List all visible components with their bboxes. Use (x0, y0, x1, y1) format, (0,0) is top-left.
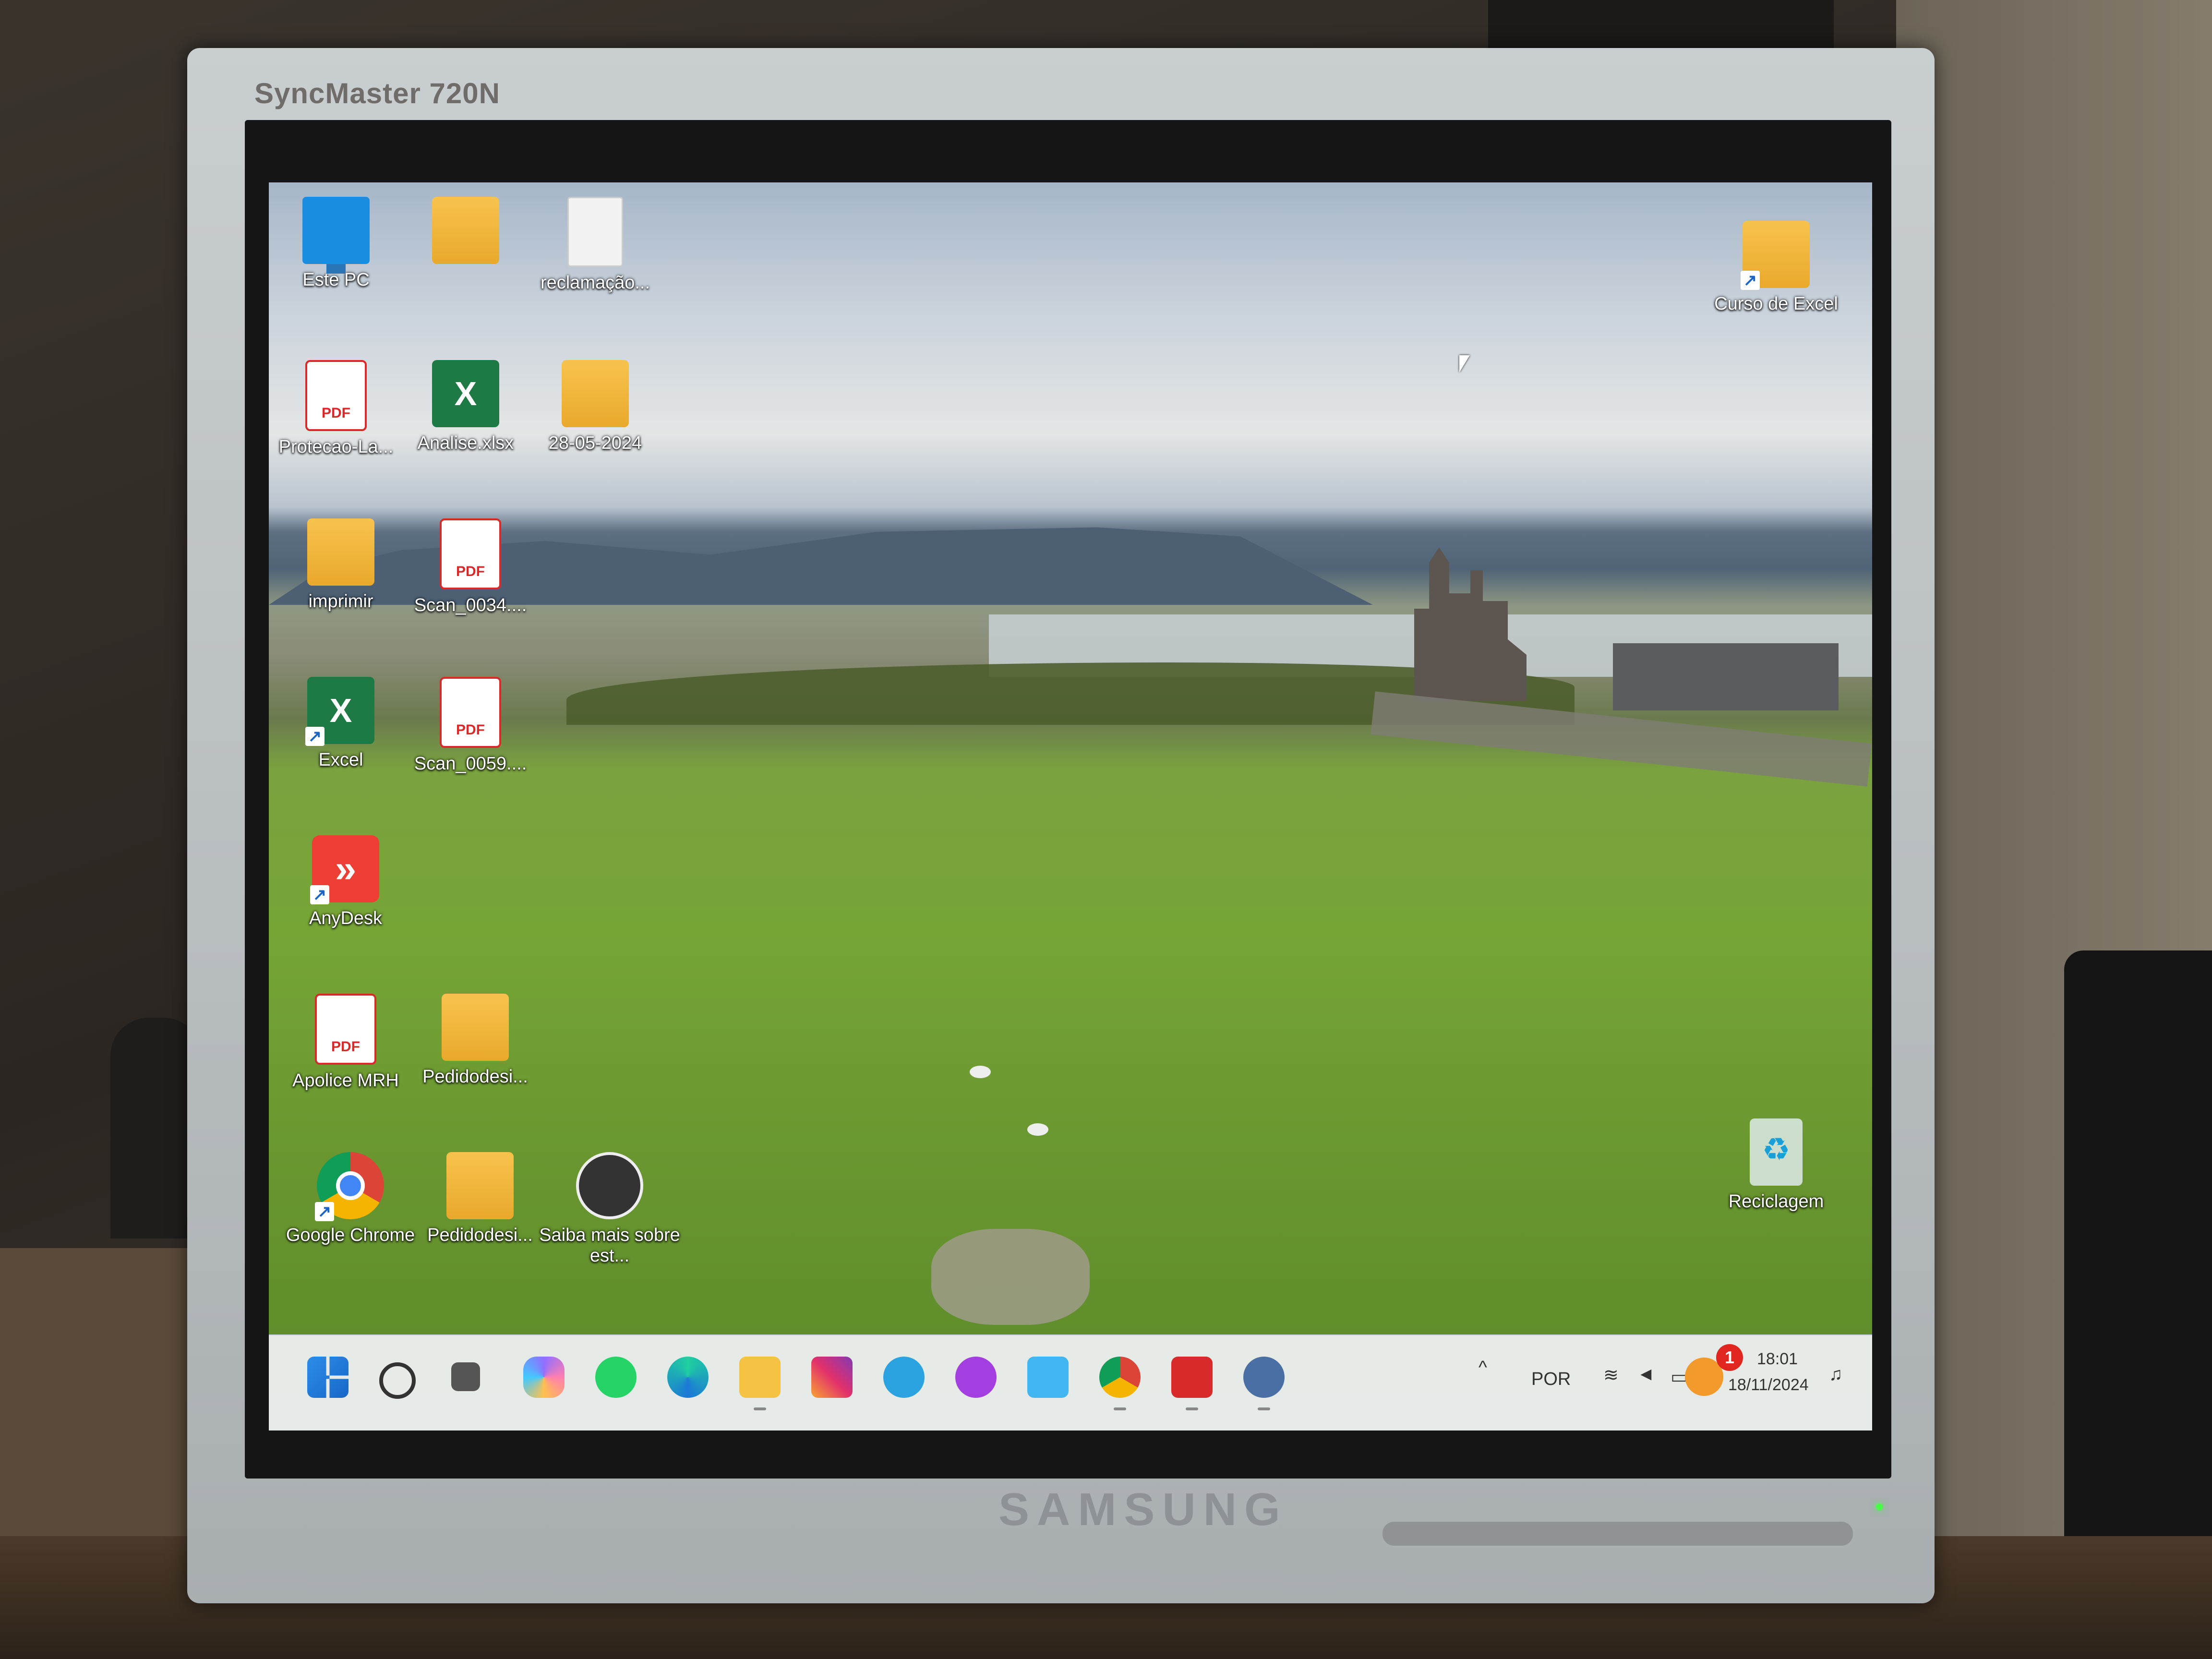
file-explorer-icon[interactable] (739, 1357, 781, 1398)
chrome-icon: ↗ (315, 1152, 384, 1221)
desktop-icon-scan-0034[interactable]: PDF Scan_0034.... (398, 518, 542, 616)
desktop-icon-saiba-mais[interactable]: Saiba mais sobre est... (538, 1152, 682, 1266)
this-pc-monitor-icon (302, 197, 370, 274)
excel-file-icon: X (432, 360, 499, 427)
desktop-icon-label: Protecao-La... (278, 437, 394, 457)
desktop-icon-folder-28-05-2024[interactable]: 28-05-2024 (523, 360, 667, 454)
running-indicator (1186, 1407, 1198, 1410)
learn-more-icon (576, 1152, 643, 1219)
desktop-icon-label: Excel (318, 750, 363, 770)
desktop-icon-apolice[interactable]: PDF Apolice MRH (274, 994, 418, 1091)
desktop-icon-label: reclamação... (540, 273, 650, 293)
pdf-icon: PDF (315, 994, 376, 1065)
desktop-icon-label: Pedidodesi... (427, 1225, 533, 1245)
desktop-icon-este-pc[interactable]: Este PC (269, 197, 408, 290)
acrobat-icon[interactable] (1171, 1357, 1213, 1398)
anydesk-icon: » ↗ (310, 835, 379, 904)
instagram-icon[interactable] (811, 1357, 853, 1398)
monitor-brand-label: SAMSUNG (998, 1484, 1288, 1535)
speaker (2064, 950, 2212, 1575)
running-indicator (1258, 1407, 1270, 1410)
shortcut-arrow-icon: ↗ (310, 885, 329, 904)
desktop-icon-label: imprimir (308, 591, 373, 612)
desktop-icon-label: Google Chrome (286, 1225, 415, 1245)
desktop-icon-excel[interactable]: X ↗ Excel (269, 677, 413, 770)
desktop-icon-analise[interactable]: X Analise.xlsx (394, 360, 538, 454)
messenger-icon[interactable] (955, 1357, 997, 1398)
excel-app-icon: X ↗ (305, 677, 374, 746)
shortcut-arrow-icon: ↗ (305, 727, 325, 746)
chrome-icon[interactable] (1099, 1357, 1141, 1398)
clock-date[interactable]: 18/11/2024 (1728, 1376, 1809, 1395)
desktop-icon-label: Scan_0059.... (414, 754, 527, 774)
desktop-icon-pedidodesi-1[interactable]: Pedidodesi... (403, 994, 547, 1087)
wallpaper-rock (931, 1229, 1090, 1325)
desktop-icon-anydesk[interactable]: » ↗ AnyDesk (274, 835, 418, 929)
pdf-icon: PDF (440, 677, 501, 748)
monitor-model-label: SyncMaster 720N (254, 77, 500, 109)
volume-icon[interactable]: ◄ (1637, 1364, 1655, 1385)
running-indicator (754, 1407, 766, 1410)
desktop-icon-label: Saiba mais sobre est... (539, 1225, 680, 1266)
recycle-bin-icon: ♻ (1750, 1118, 1803, 1186)
settings-icon[interactable] (1243, 1357, 1285, 1398)
edge-icon[interactable] (667, 1357, 709, 1398)
desktop-icon-label: Pedidodesi... (422, 1067, 528, 1087)
desktop-screen: Este PC reclamação... PDF Protecao-La...… (269, 182, 1872, 1431)
desktop-icon-google-chrome[interactable]: ↗ Google Chrome (278, 1152, 422, 1246)
mouse-pointer-icon (1459, 355, 1470, 373)
start-icon[interactable] (307, 1357, 349, 1398)
shortcut-arrow-icon: ↗ (1741, 271, 1760, 290)
whatsapp-icon[interactable] (595, 1357, 637, 1398)
desktop-icon-scan-0059[interactable]: PDF Scan_0059.... (398, 677, 542, 774)
copilot-icon[interactable] (523, 1357, 565, 1398)
desktop-icon-curso-de-excel[interactable]: ↗ Curso de Excel (1714, 221, 1839, 314)
pdf-icon: PDF (440, 518, 501, 589)
notepad-icon[interactable] (1027, 1357, 1069, 1398)
wallpaper-sheep (970, 1066, 991, 1078)
task-view-icon[interactable] (451, 1362, 480, 1391)
running-indicator (1114, 1407, 1126, 1410)
clock-time[interactable]: 18:01 (1757, 1350, 1798, 1369)
wifi-icon[interactable]: ≋ (1603, 1364, 1619, 1386)
folder-icon (307, 518, 374, 586)
language-indicator[interactable]: POR (1531, 1369, 1571, 1390)
wallpaper-house (1613, 643, 1839, 710)
desktop-icon-label: Analise.xlsx (417, 433, 514, 453)
folder-icon (446, 1152, 514, 1219)
desktop-icon-label: Reciclagem (1728, 1191, 1824, 1212)
desktop-icon-protecao[interactable]: PDF Protecao-La... (269, 360, 408, 457)
folder-icon (562, 360, 629, 427)
wallpaper-castle (1414, 547, 1527, 701)
desktop-icon-reclamacao[interactable]: reclamação... (523, 197, 667, 293)
desktop-icon-reciclagem[interactable]: ♻ Reciclagem (1714, 1118, 1839, 1212)
desktop-icon-imprimir[interactable]: imprimir (269, 518, 413, 612)
desktop-icon-label: Curso de Excel (1714, 294, 1838, 314)
user-folder-icon (432, 197, 499, 264)
folder-shortcut-icon: ↗ (1741, 221, 1810, 290)
desktop-icon-pedidodesi-2[interactable]: Pedidodesi... (408, 1152, 552, 1246)
search-icon[interactable] (379, 1362, 416, 1399)
monitor-buttons[interactable] (1382, 1522, 1853, 1546)
desktop-icon-label: Scan_0034.... (414, 595, 527, 615)
taskbar: ^ POR ≋ ◄ ▭ 18:01 18/11/2024 ♫ (269, 1334, 1872, 1431)
desktop-icon-label: Apolice MRH (292, 1070, 399, 1091)
folder-icon (442, 994, 509, 1061)
wallpaper-sheep (1027, 1123, 1048, 1136)
pdf-icon: PDF (305, 360, 367, 431)
desktop-icon-label: AnyDesk (309, 908, 383, 928)
telegram-icon[interactable] (883, 1357, 925, 1398)
show-hidden-icons-chevron-icon[interactable]: ^ (1479, 1358, 1487, 1378)
power-led (1876, 1503, 1883, 1510)
notification-badge: 1 (1716, 1344, 1743, 1371)
desktop-icon-label: 28-05-2024 (548, 433, 642, 453)
shortcut-arrow-icon: ↗ (315, 1202, 334, 1221)
document-icon (567, 197, 623, 267)
desktop-icon-user-folder[interactable] (394, 197, 538, 270)
notification-bell-icon[interactable]: ♫ (1829, 1364, 1843, 1385)
shelf (0, 1248, 202, 1536)
